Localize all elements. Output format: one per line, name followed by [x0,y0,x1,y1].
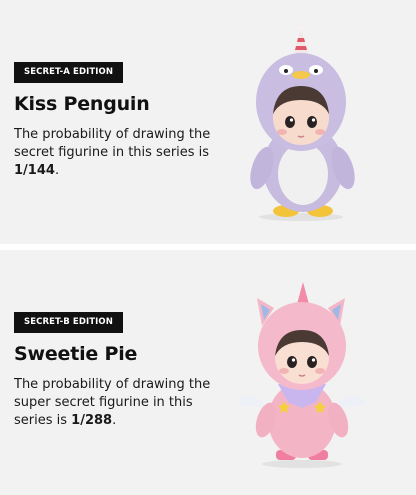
edition-badge: SECRET-A EDITION [14,62,124,83]
figure-title: Kiss Penguin [14,93,150,115]
penguin-figurine-image [250,25,355,221]
edition-badge: SECRET-B EDITION [14,312,123,333]
probability-value: 1/288 [71,413,113,428]
unicorn-figurine-image [238,282,366,468]
probability-value: 1/144 [14,163,55,178]
figure-title: Sweetie Pie [14,343,138,365]
secret-b-card: SECRET-B EDITION Sweetie Pie The probabi… [0,250,416,495]
secret-a-card: SECRET-A EDITION Kiss Penguin The probab… [0,0,416,244]
probability-text: The probability of drawing the secret fi… [14,127,211,178]
probability-text: The probability of drawing the super sec… [14,377,211,428]
